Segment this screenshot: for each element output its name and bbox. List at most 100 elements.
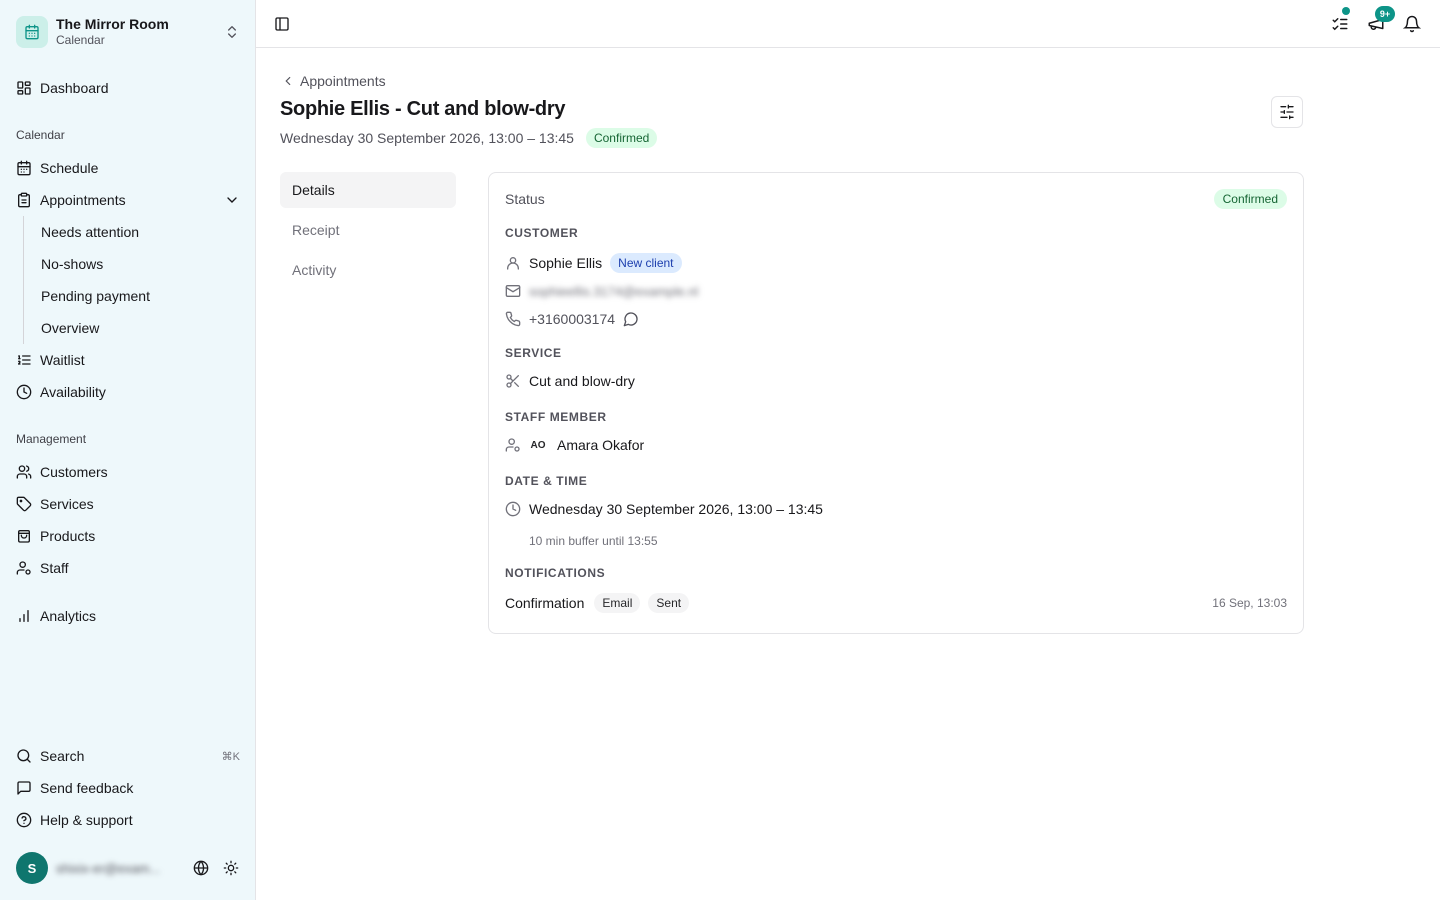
- user-cog-icon: [505, 437, 521, 453]
- subnav-no-shows[interactable]: No-shows: [33, 250, 243, 278]
- management-group-label: Management: [16, 432, 87, 446]
- customer-phone-row: +3160003174: [505, 311, 647, 327]
- notification-type: Confirmation: [505, 595, 585, 611]
- search-icon: [16, 748, 32, 764]
- datetime-section-header: DATE & TIME: [505, 474, 588, 488]
- status-label: Status: [505, 191, 545, 207]
- customer-name[interactable]: Sophie Ellis: [529, 255, 602, 271]
- notification-row: Confirmation Email Sent: [505, 593, 690, 613]
- appointment-datetime: Wednesday 30 September 2026, 13:00 – 13:…: [280, 130, 574, 146]
- detail-tabs: Details Receipt Activity: [280, 172, 456, 292]
- calendar-logo-icon: [16, 16, 48, 48]
- nav-waitlist-label: Waitlist: [40, 352, 85, 368]
- scissors-icon: [505, 373, 521, 389]
- chevron-left-icon: [280, 73, 296, 89]
- topbar: 9+: [256, 0, 1440, 48]
- main-content: 9+ Appointments Sophie Ellis - Cut and b…: [256, 0, 1440, 900]
- nav-dashboard[interactable]: Dashboard: [8, 72, 248, 104]
- breadcrumb-label: Appointments: [300, 73, 386, 89]
- view-settings-button[interactable]: [1271, 96, 1303, 128]
- staff-name[interactable]: Amara Okafor: [557, 437, 644, 453]
- tab-details[interactable]: Details: [280, 172, 456, 208]
- message-circle-icon[interactable]: [623, 311, 639, 327]
- help-circle-icon: [16, 812, 32, 828]
- chevrons-up-down-icon: [224, 24, 240, 40]
- megaphone-icon[interactable]: 9+: [1366, 6, 1395, 34]
- globe-icon[interactable]: [190, 857, 212, 879]
- buffer-note: 10 min buffer until 13:55: [529, 534, 658, 548]
- sliders-icon: [1280, 104, 1294, 120]
- notifications-section-header: NOTIFICATIONS: [505, 566, 606, 580]
- users-icon: [16, 464, 32, 480]
- user-email: shixix-er@exam...: [56, 860, 161, 876]
- customer-email[interactable]: sophieellis.3174@example.nl: [529, 284, 698, 299]
- nav-services[interactable]: Services: [8, 488, 248, 520]
- nav-customers-label: Customers: [40, 464, 108, 480]
- customer-email-row: sophieellis.3174@example.nl: [505, 283, 698, 299]
- dashboard-icon: [16, 80, 32, 96]
- search-shortcut: ⌘K: [221, 750, 240, 763]
- staff-initials: AO: [530, 439, 546, 451]
- chevron-down-icon[interactable]: [224, 192, 240, 208]
- appointment-details-card: Status Confirmed CUSTOMER Sophie Ellis N…: [488, 172, 1304, 634]
- clipboard-icon: [16, 192, 32, 208]
- appointment-datetime-detail: Wednesday 30 September 2026, 13:00 – 13:…: [529, 501, 823, 517]
- subnav-pending-payment[interactable]: Pending payment: [33, 282, 243, 310]
- user-menu[interactable]: S shixix-er@exam...: [16, 852, 244, 884]
- nav-customers[interactable]: Customers: [8, 456, 248, 488]
- org-switcher[interactable]: The Mirror Room Calendar: [8, 8, 248, 56]
- updates-count-badge: 9+: [1375, 6, 1395, 22]
- tag-icon: [16, 496, 32, 512]
- nav-availability[interactable]: Availability: [8, 376, 248, 408]
- service-section-header: SERVICE: [505, 346, 562, 360]
- tab-activity[interactable]: Activity: [280, 252, 456, 288]
- subnav-overview[interactable]: Overview: [33, 314, 243, 342]
- breadcrumb[interactable]: Appointments: [280, 73, 386, 89]
- customer-name-row: Sophie Ellis New client: [505, 253, 682, 273]
- nav-products-label: Products: [40, 528, 96, 544]
- phone-icon: [505, 311, 521, 327]
- bell-icon[interactable]: [1402, 14, 1422, 34]
- clock-icon: [16, 384, 32, 400]
- clock-icon: [505, 501, 521, 517]
- status-value-badge[interactable]: Confirmed: [1213, 189, 1287, 209]
- notification-channel-badge: Email: [594, 593, 641, 613]
- customer-phone[interactable]: +3160003174: [529, 311, 615, 327]
- page-subtitle: Wednesday 30 September 2026, 13:00 – 13:…: [280, 128, 658, 148]
- org-name: The Mirror Room: [56, 16, 169, 32]
- nav-analytics[interactable]: Analytics: [8, 600, 248, 632]
- nav-send-feedback-label: Send feedback: [40, 780, 134, 796]
- nav-send-feedback[interactable]: Send feedback: [8, 772, 248, 804]
- notification-timestamp: 16 Sep, 13:03: [1212, 596, 1287, 610]
- tasks-indicator-dot: [1342, 7, 1350, 15]
- page-title: Sophie Ellis - Cut and blow-dry: [280, 98, 566, 120]
- nav-schedule-label: Schedule: [40, 160, 99, 176]
- nav-products[interactable]: Products: [8, 520, 248, 552]
- sidebar-toggle-icon[interactable]: [272, 14, 292, 34]
- nav-help-support[interactable]: Help & support: [8, 804, 248, 836]
- subnav-needs-attention[interactable]: Needs attention: [33, 218, 243, 246]
- nav-search[interactable]: Search ⌘K: [8, 740, 248, 772]
- datetime-row: Wednesday 30 September 2026, 13:00 – 13:…: [505, 501, 823, 517]
- org-subtitle: Calendar: [56, 33, 105, 47]
- sun-icon[interactable]: [220, 857, 242, 879]
- nav-staff[interactable]: Staff: [8, 552, 248, 584]
- calendar-icon: [16, 160, 32, 176]
- staff-section-header: STAFF MEMBER: [505, 410, 607, 424]
- nav-waitlist[interactable]: Waitlist: [8, 344, 248, 376]
- shopping-bag-icon: [16, 528, 32, 544]
- status-badge: Confirmed: [585, 128, 658, 148]
- avatar[interactable]: S: [16, 852, 48, 884]
- service-name[interactable]: Cut and blow-dry: [529, 373, 635, 389]
- mail-icon: [505, 283, 521, 299]
- list-ordered-icon: [16, 352, 32, 368]
- message-square-icon: [16, 780, 32, 796]
- nav-analytics-label: Analytics: [40, 608, 97, 624]
- user-icon: [505, 255, 521, 271]
- staff-row: AO Amara Okafor: [505, 437, 644, 453]
- service-row: Cut and blow-dry: [505, 373, 635, 389]
- nav-appointments[interactable]: Appointments: [8, 184, 248, 216]
- nav-schedule[interactable]: Schedule: [8, 152, 248, 184]
- tab-receipt[interactable]: Receipt: [280, 212, 456, 248]
- tasks-icon[interactable]: [1330, 7, 1350, 34]
